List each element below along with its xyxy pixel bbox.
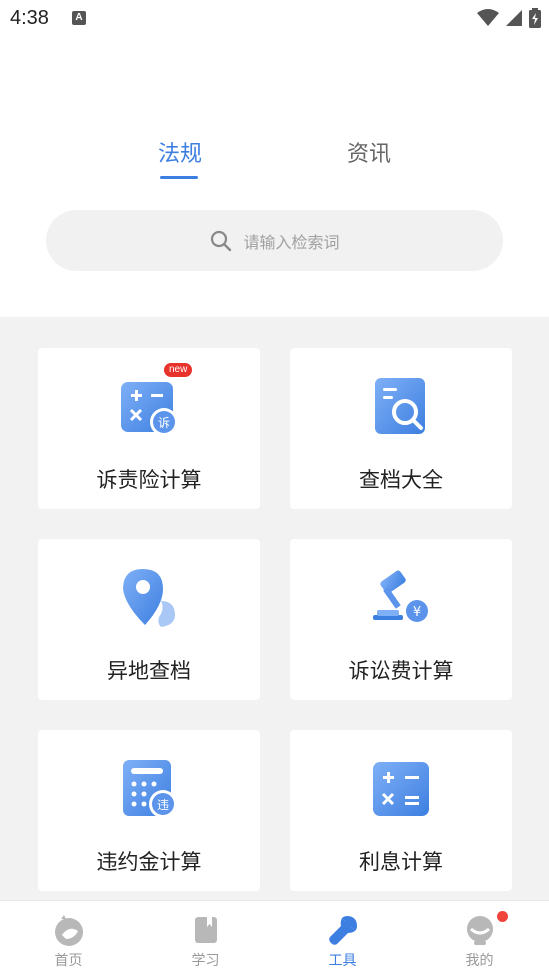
tab-news[interactable]: 资讯 bbox=[347, 136, 391, 168]
nav-label: 首页 bbox=[54, 953, 83, 969]
book-icon bbox=[195, 917, 217, 943]
tool-label: 违约金计算 bbox=[96, 850, 202, 874]
tool-card-litigation-fee[interactable]: ¥ 诉讼费计算 bbox=[290, 539, 512, 700]
nav-label: 我的 bbox=[465, 953, 494, 969]
wifi-icon bbox=[477, 9, 499, 26]
tool-card-litigation-insurance[interactable]: 诉 new 诉责险计算 bbox=[38, 348, 260, 509]
tab-active-indicator bbox=[160, 176, 198, 179]
status-time: 4:38 bbox=[10, 7, 49, 29]
signal-icon bbox=[506, 10, 522, 26]
tool-label: 利息计算 bbox=[359, 850, 443, 874]
litigation-fee-gavel-icon: ¥ bbox=[373, 570, 431, 625]
tool-label: 诉责险计算 bbox=[96, 468, 202, 492]
status-icons bbox=[477, 8, 541, 28]
tool-label: 查档大全 bbox=[359, 468, 443, 492]
tool-card-penalty[interactable]: 违 违约金计算 bbox=[38, 730, 260, 891]
search-placeholder: 请输入检索词 bbox=[243, 232, 340, 252]
nav-profile[interactable]: 我的 bbox=[411, 901, 548, 976]
new-badge: new bbox=[164, 363, 193, 377]
nav-tools[interactable]: 工具 bbox=[274, 901, 411, 976]
search-input[interactable]: 请输入检索词 bbox=[46, 210, 503, 271]
penalty-calculator-icon: 违 bbox=[123, 760, 177, 818]
nav-label: 工具 bbox=[328, 953, 357, 969]
tool-label: 异地查档 bbox=[107, 659, 191, 683]
wrench-icon bbox=[329, 916, 357, 945]
profile-icon bbox=[467, 916, 493, 945]
tool-label: 诉讼费计算 bbox=[348, 659, 454, 683]
archive-search-icon bbox=[375, 378, 425, 434]
litigation-insurance-calculator-icon: 诉 bbox=[121, 382, 178, 436]
notification-dot bbox=[497, 911, 508, 922]
nav-study[interactable]: 学习 bbox=[137, 901, 274, 976]
svg-text:¥: ¥ bbox=[413, 605, 421, 620]
tool-card-remote-archive[interactable]: 异地查档 bbox=[38, 539, 260, 700]
remote-location-icon bbox=[123, 569, 175, 627]
battery-icon bbox=[529, 8, 541, 28]
search-icon bbox=[211, 230, 232, 251]
tools-grid: 诉 new 诉责险计算 查档大全 异地查档 ¥ 诉讼费计算 违 违约金计算 利息… bbox=[0, 317, 549, 901]
tool-card-interest[interactable]: 利息计算 bbox=[290, 730, 512, 891]
tab-bar: 法规 资讯 bbox=[0, 130, 549, 190]
tool-card-archive-search[interactable]: 查档大全 bbox=[290, 348, 512, 509]
tab-laws[interactable]: 法规 bbox=[158, 136, 202, 168]
nav-home[interactable]: 首页 bbox=[0, 901, 137, 976]
status-bar: 4:38 A bbox=[0, 0, 549, 38]
nav-label: 学习 bbox=[191, 953, 220, 969]
home-icon bbox=[55, 915, 83, 946]
interest-calculator-icon bbox=[373, 762, 429, 816]
notification-a-icon: A bbox=[72, 11, 86, 25]
bottom-nav: 首页 学习 工具 我的 bbox=[0, 900, 549, 976]
svg-text:诉: 诉 bbox=[158, 416, 170, 430]
svg-text:违: 违 bbox=[157, 798, 169, 812]
